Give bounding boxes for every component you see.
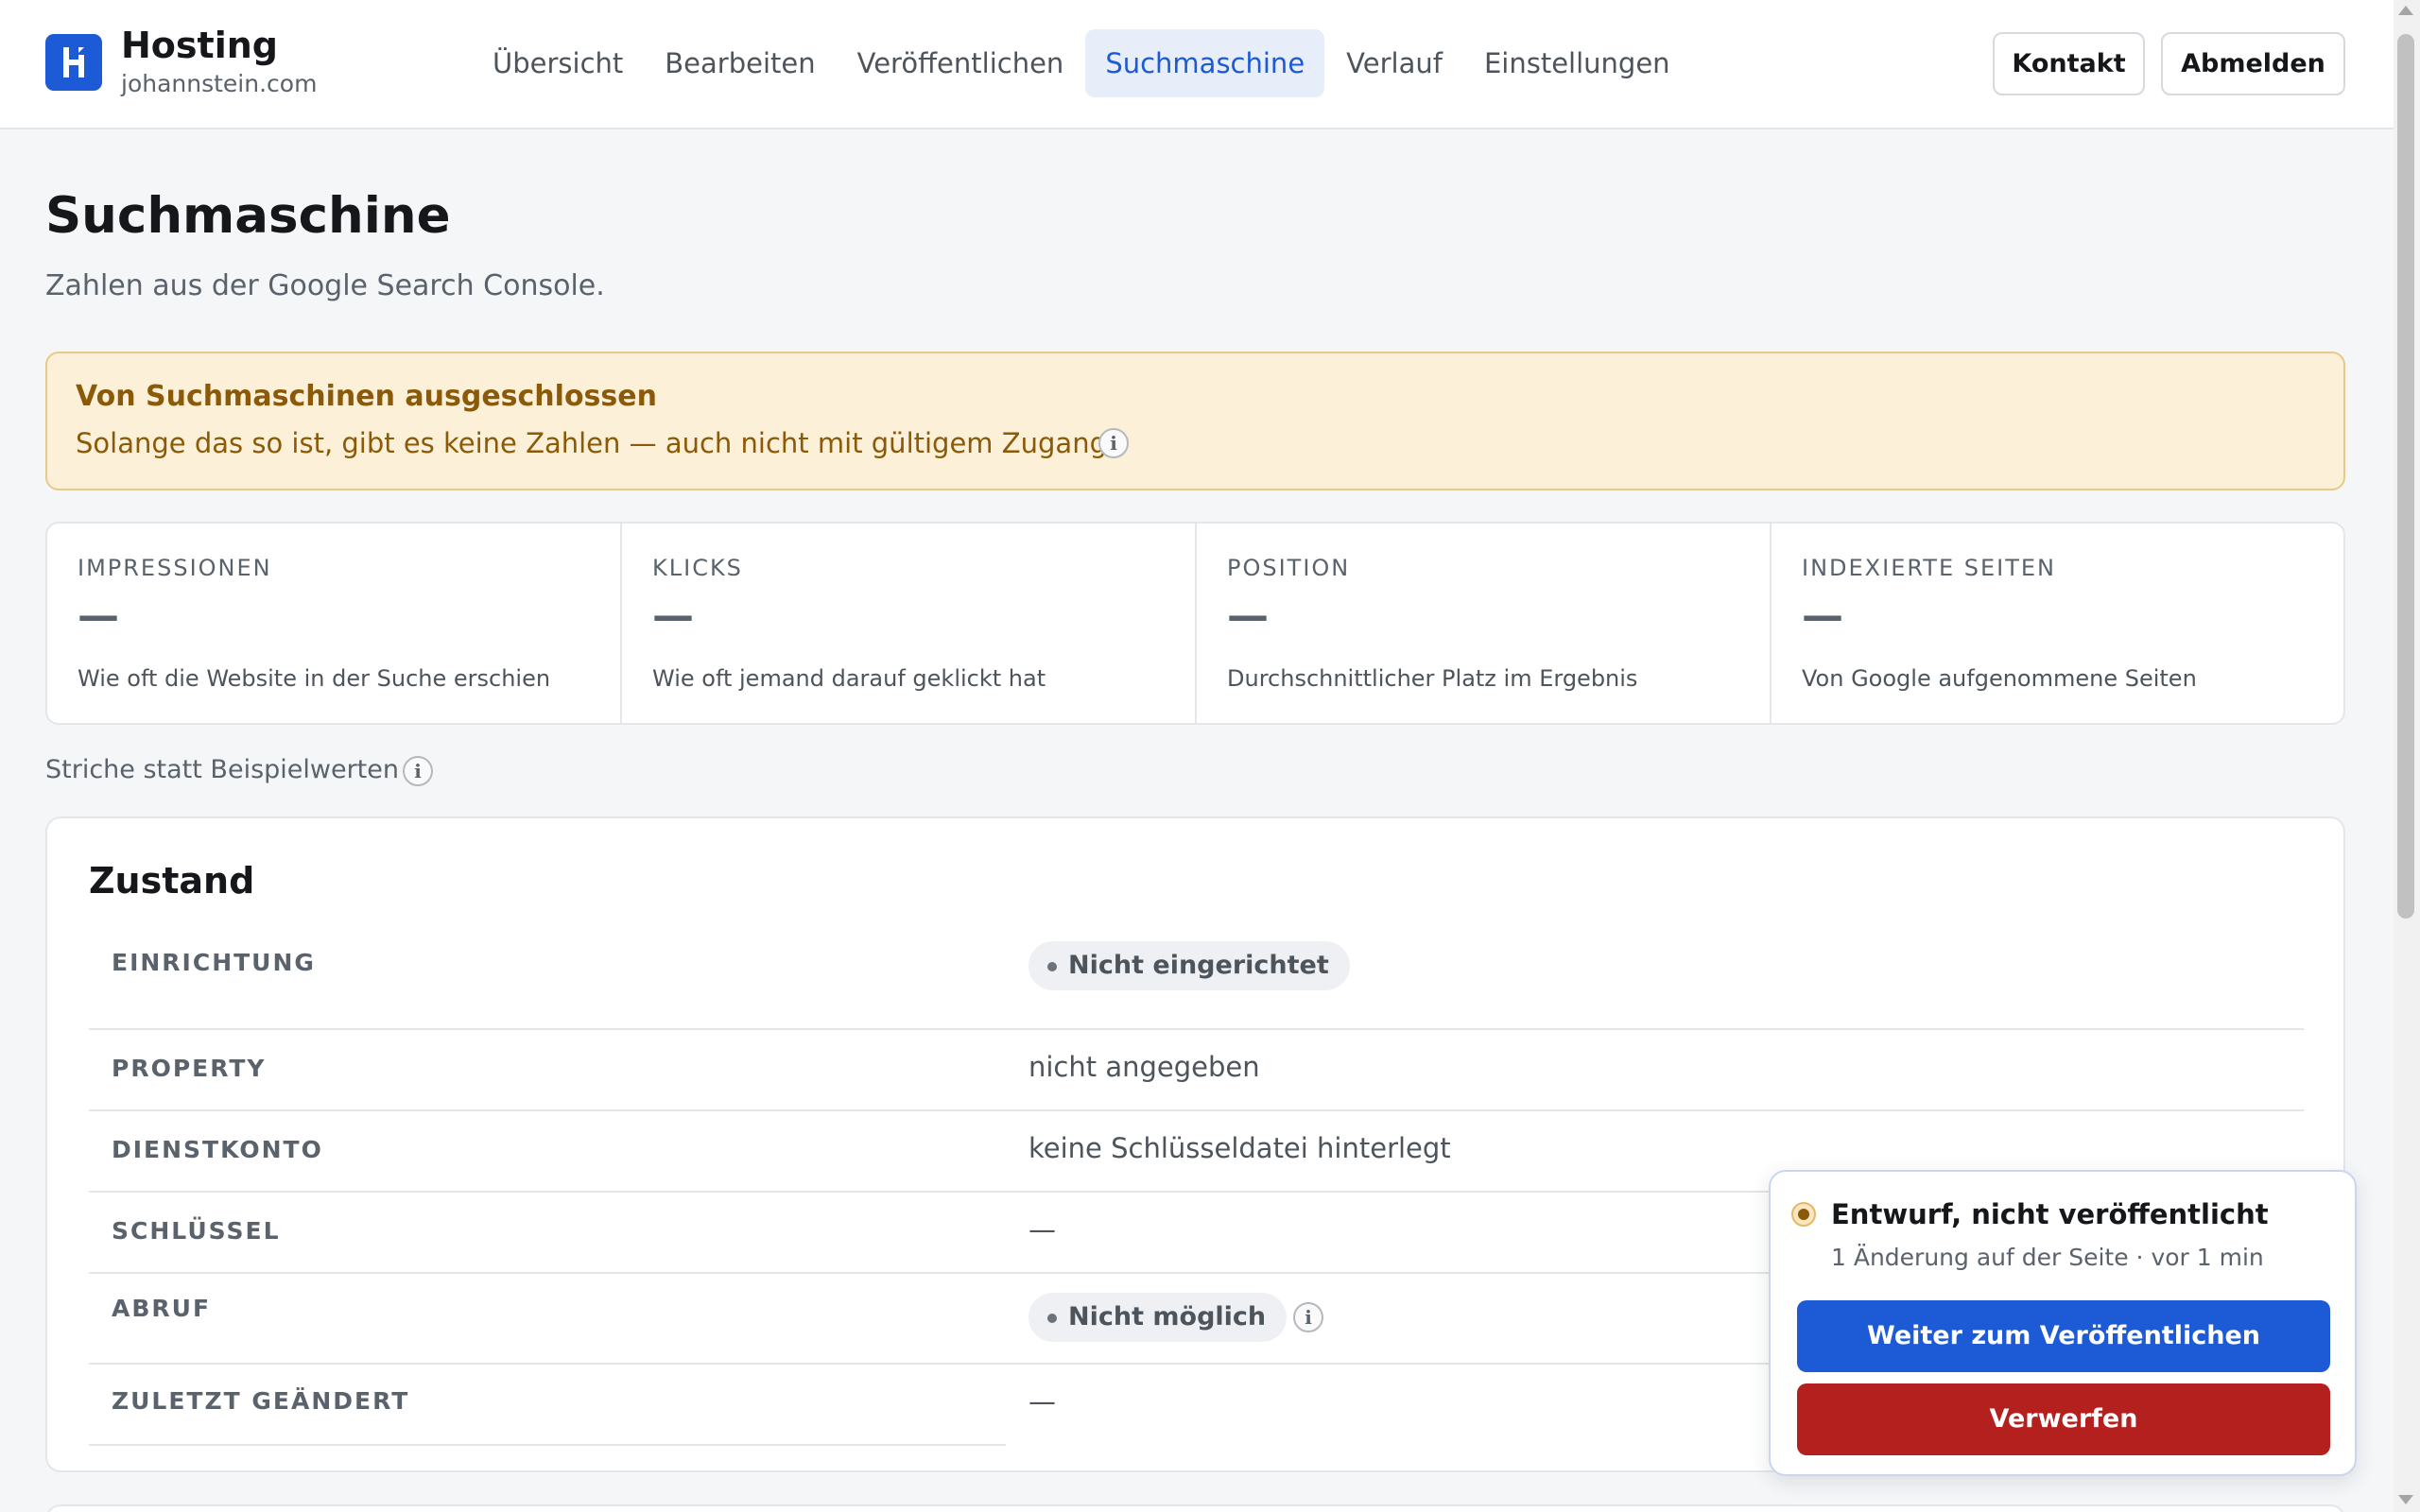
brand-title: Hosting [121, 25, 278, 66]
stat-value: — [1227, 592, 1269, 640]
row-label: ZULETZT GEÄNDERT [112, 1387, 410, 1415]
row-value: keine Schlüsseldatei hinterlegt [1028, 1132, 1451, 1164]
top-bar: Hosting johannstein.com Übersicht Bearbe… [0, 0, 2394, 129]
nav-item-uebersicht[interactable]: Übersicht [473, 29, 643, 97]
page-title: Suchmaschine [45, 187, 451, 245]
stat-label: INDEXIERTE SEITEN [1802, 555, 2056, 581]
row-divider [89, 1444, 1006, 1446]
nav-item-bearbeiten[interactable]: Bearbeiten [645, 29, 835, 97]
stat-description: Wie oft die Website in der Suche erschie… [78, 665, 551, 692]
stat-value: — [1802, 592, 1843, 640]
warning-text: Solange das so ist, gibt es keine Zahlen… [76, 427, 1116, 459]
brand-domain: johannstein.com [121, 70, 318, 97]
row-label: ABRUF [112, 1295, 212, 1322]
row-value: — [1028, 1385, 1056, 1418]
stat-label: KLICKS [652, 555, 743, 581]
search-excluded-warning: Von Suchmaschinen ausgeschlossen Solange… [45, 352, 2345, 490]
info-icon[interactable]: i [1293, 1302, 1323, 1332]
stat-position: POSITION — Durchschnittlicher Platz im E… [1197, 524, 1772, 723]
draft-meta: 1 Änderung auf der Seite · vor 1 min [1831, 1244, 2264, 1271]
stat-value: — [78, 592, 119, 640]
status-row-einrichtung: EINRICHTUNG Nicht eingerichtet [89, 941, 2304, 1030]
contact-button[interactable]: Kontakt [1993, 32, 2145, 95]
main-nav: Übersicht Bearbeiten Veröffentlichen Suc… [473, 29, 1692, 97]
nav-item-einstellungen[interactable]: Einstellungen [1464, 29, 1690, 97]
scroll-up-arrow-icon[interactable] [2398, 6, 2413, 15]
stat-indexed-pages: INDEXIERTE SEITEN — Von Google aufgenomm… [1772, 524, 2343, 723]
page-subtitle: Zahlen aus der Google Search Console. [45, 269, 605, 302]
row-label: SCHLÜSSEL [112, 1217, 281, 1245]
nav-item-veroeffentlichen[interactable]: Veröffentlichen [838, 29, 1084, 97]
status-badge: Nicht eingerichtet [1028, 941, 1350, 990]
row-label: PROPERTY [112, 1055, 267, 1082]
scrollbar-thumb[interactable] [2397, 34, 2414, 919]
stats-panel: IMPRESSIONEN — Wie oft die Website in de… [45, 522, 2345, 725]
stat-value: — [652, 592, 694, 640]
row-value: nicht angegeben [1028, 1051, 1260, 1083]
stat-description: Wie oft jemand darauf geklickt hat [652, 665, 1046, 692]
stat-impressions: IMPRESSIONEN — Wie oft die Website in de… [47, 524, 622, 723]
discard-button[interactable]: Verwerfen [1797, 1383, 2330, 1455]
row-label: EINRICHTUNG [112, 949, 316, 976]
stat-clicks: KLICKS — Wie oft jemand darauf geklickt … [622, 524, 1197, 723]
status-badge: Nicht möglich [1028, 1293, 1288, 1342]
h-logo-icon[interactable] [45, 34, 102, 91]
nav-item-suchmaschine[interactable]: Suchmaschine [1085, 29, 1325, 97]
dash-note: Striche statt Beispielwerten [45, 755, 399, 784]
stat-label: POSITION [1227, 555, 1351, 581]
stat-description: Von Google aufgenommene Seiten [1802, 665, 2197, 692]
stat-label: IMPRESSIONEN [78, 555, 272, 581]
logout-button[interactable]: Abmelden [2161, 32, 2345, 95]
warning-title: Von Suchmaschinen ausgeschlossen [76, 380, 657, 413]
row-value: — [1028, 1213, 1056, 1246]
status-row-property: PROPERTY nicht angegeben [89, 1030, 2304, 1111]
nav-item-verlauf[interactable]: Verlauf [1326, 29, 1462, 97]
draft-title: Entwurf, nicht veröffentlicht [1831, 1198, 2269, 1230]
info-icon[interactable]: i [1098, 428, 1129, 458]
info-icon[interactable]: i [403, 756, 433, 786]
draft-status-dot-icon [1791, 1202, 1816, 1227]
stat-description: Durchschnittlicher Platz im Ergebnis [1227, 665, 1638, 692]
draft-status-popup: Entwurf, nicht veröffentlicht 1 Änderung… [1769, 1170, 2357, 1476]
publish-button[interactable]: Weiter zum Veröffentlichen [1797, 1300, 2330, 1372]
status-card-title: Zustand [89, 860, 255, 902]
next-card-edge [45, 1504, 2345, 1512]
scroll-down-arrow-icon[interactable] [2398, 1495, 2413, 1504]
row-label: DIENSTKONTO [112, 1136, 323, 1163]
